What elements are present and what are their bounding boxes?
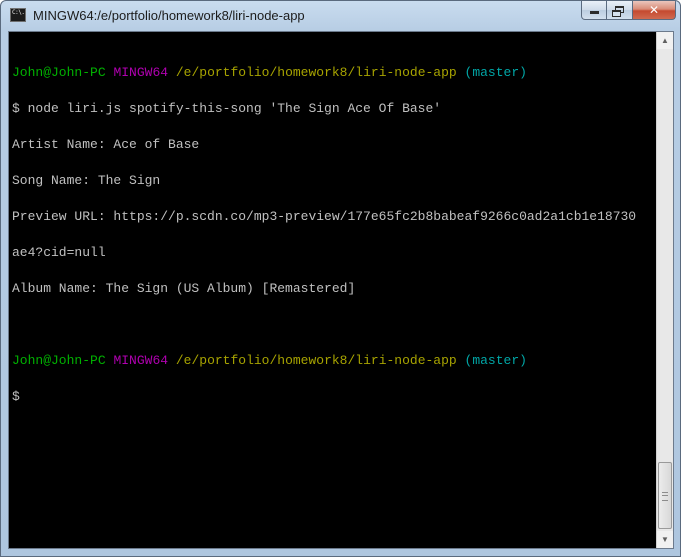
prompt-user-host: John@John-PC <box>12 353 106 368</box>
window-title: MINGW64:/e/portfolio/homework8/liri-node… <box>33 8 305 23</box>
prompt-user-host: John@John-PC <box>12 65 106 80</box>
grip-icon <box>662 492 668 501</box>
output-line: Album Name: The Sign (US Album) [Remaste… <box>12 281 356 296</box>
cmd-icon[interactable]: C:\. <box>10 8 26 22</box>
prompt-shell: MINGW64 <box>113 65 169 80</box>
close-button[interactable]: ✕ <box>633 1 676 20</box>
prompt-line-1: John@John-PC MINGW64 /e/portfolio/homewo… <box>12 65 652 80</box>
close-icon: ✕ <box>648 3 660 17</box>
command-line: $ node liri.js spotify-this-song 'The Si… <box>12 101 442 116</box>
prompt-branch: (master) <box>464 353 527 368</box>
output-line: Preview URL: https://p.scdn.co/mp3-previ… <box>12 209 637 224</box>
cmd-icon-glyph: C:\. <box>12 9 25 16</box>
prompt-branch: (master) <box>464 65 527 80</box>
minimize-icon <box>590 11 599 14</box>
output-line: Artist Name: Ace of Base <box>12 137 200 152</box>
prompt-shell: MINGW64 <box>113 353 169 368</box>
prompt-path: /e/portfolio/homework8/liri-node-app <box>175 65 457 80</box>
maximize-button[interactable] <box>607 1 633 20</box>
terminal-text[interactable]: John@John-PC MINGW64 /e/portfolio/homewo… <box>12 43 652 543</box>
minimize-button[interactable] <box>581 1 607 20</box>
vertical-scrollbar[interactable]: ▲ ▼ <box>656 32 673 548</box>
scrollbar-thumb[interactable] <box>658 462 672 529</box>
terminal-client-area[interactable]: John@John-PC MINGW64 /e/portfolio/homewo… <box>8 31 674 549</box>
prompt-line-2: John@John-PC MINGW64 /e/portfolio/homewo… <box>12 353 652 368</box>
output-line: ae4?cid=null <box>12 245 106 260</box>
prompt-path: /e/portfolio/homework8/liri-node-app <box>175 353 457 368</box>
caption-buttons: ✕ <box>581 1 676 21</box>
title-bar[interactable]: C:\. MINGW64:/e/portfolio/homework8/liri… <box>1 1 680 31</box>
restore-icon <box>612 6 624 17</box>
cursor-line[interactable]: $ <box>12 390 652 403</box>
scroll-up-arrow-icon[interactable]: ▲ <box>657 32 673 49</box>
output-line: Song Name: The Sign <box>12 173 161 188</box>
terminal-window: C:\. MINGW64:/e/portfolio/homework8/liri… <box>0 0 681 557</box>
scroll-down-arrow-icon[interactable]: ▼ <box>657 531 673 548</box>
